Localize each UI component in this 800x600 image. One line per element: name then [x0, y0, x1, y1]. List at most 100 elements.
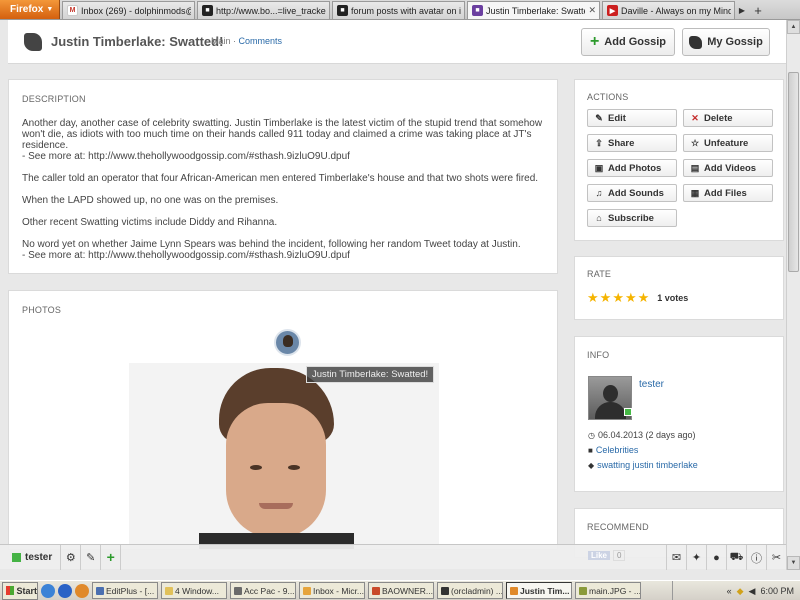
- description-text: Another day, another case of celebrity s…: [22, 118, 543, 151]
- star-icon[interactable]: ★: [600, 291, 612, 304]
- bottom-toolbar: tester ⚙ ✎ + Like 0 ✉ ✦ ● ⛟ ⓘ ✂: [0, 544, 786, 570]
- photo-tooltip: Justin Timberlake: Swatted!: [306, 366, 435, 383]
- like-count: 0: [613, 549, 626, 561]
- tray-chevron-icon[interactable]: «: [727, 586, 732, 596]
- taskbar-item[interactable]: BAOWNER...: [368, 582, 434, 599]
- photo-subject-face: [226, 403, 326, 538]
- scroll-up-icon[interactable]: ▲: [787, 20, 800, 34]
- photo-icon: ▣: [594, 162, 604, 173]
- tab-scroll-right-icon[interactable]: ▶: [735, 1, 749, 19]
- description-text: No word yet on whether Jaime Lynn Spears…: [22, 239, 521, 250]
- description-panel: DESCRIPTION Another day, another case of…: [8, 79, 558, 274]
- taskbar-item[interactable]: Acc Pac - 9....: [230, 582, 296, 599]
- rate-panel: RATE ★ ★ ★ ★ ★ 1 votes: [574, 256, 784, 320]
- gossip-icon: [689, 35, 703, 49]
- browser-tab-5[interactable]: ▶ Daville - Always on my Mind -...: [602, 1, 735, 19]
- my-gossip-button[interactable]: My Gossip: [682, 28, 770, 56]
- my-gossip-label: My Gossip: [707, 36, 763, 48]
- photo-subject-eye: [288, 465, 300, 470]
- chrome-quicklaunch-icon[interactable]: [41, 583, 55, 598]
- add-gossip-button[interactable]: + Add Gossip: [581, 28, 675, 56]
- close-tab-icon[interactable]: ✕: [588, 5, 596, 16]
- start-label: Start: [16, 585, 37, 596]
- browser-tab-active[interactable]: ■ Justin Timberlake: Swatted! ✕: [467, 1, 600, 19]
- author-link[interactable]: tester: [639, 379, 664, 390]
- site-logo-icon: [24, 33, 42, 51]
- delete-button[interactable]: ✕ Delete: [683, 109, 773, 127]
- description-paragraph: No word yet on whether Jaime Lynn Spears…: [22, 239, 544, 261]
- add-files-button[interactable]: ▦ Add Files: [683, 184, 773, 202]
- taskbar-item[interactable]: (orcladmin) ...: [437, 582, 503, 599]
- star-icon[interactable]: ★: [612, 291, 624, 304]
- rating-stars: ★ ★ ★ ★ ★ 1 votes: [587, 291, 771, 304]
- edit-icon[interactable]: ✎: [81, 544, 102, 570]
- mail-icon[interactable]: ✉: [666, 545, 686, 570]
- site-icon: ■: [337, 5, 348, 16]
- description-paragraph: Another day, another case of celebrity s…: [22, 118, 544, 162]
- browser-tab-1[interactable]: M Inbox (269) - dolphinmods@...: [62, 1, 195, 19]
- share-label: Share: [608, 137, 635, 149]
- browser-tab-2[interactable]: ■ http://www.bo...=live_tracker: [197, 1, 330, 19]
- photo-subject-mouth: [259, 503, 293, 509]
- wrench-icon[interactable]: ✂: [766, 545, 786, 570]
- facebook-like-button[interactable]: Like 0: [588, 548, 638, 562]
- file-icon: ▦: [690, 187, 700, 198]
- firefox-quicklaunch-icon[interactable]: [75, 583, 89, 598]
- taskbar-item[interactable]: Inbox - Micr...: [299, 582, 365, 599]
- star-icon[interactable]: ★: [625, 291, 637, 304]
- taskbar-item[interactable]: main.JPG - ...: [575, 582, 641, 599]
- start-button[interactable]: Start: [2, 581, 38, 600]
- music-icon: ♫: [595, 188, 603, 198]
- volume-icon[interactable]: ◀: [749, 586, 756, 597]
- ie-quicklaunch-icon[interactable]: [58, 583, 72, 598]
- new-tab-icon[interactable]: +: [749, 1, 767, 19]
- post-category: ■ Celebrities: [588, 445, 638, 455]
- add-photos-button[interactable]: ▣ Add Photos: [587, 159, 677, 177]
- add-videos-label: Add Videos: [704, 162, 757, 174]
- edit-button[interactable]: ✎ Edit: [587, 109, 677, 127]
- app-icon: [234, 586, 242, 595]
- subscribe-button[interactable]: ⌂ Subscribe: [587, 209, 677, 227]
- add-sounds-button[interactable]: ♫ Add Sounds: [587, 184, 677, 202]
- clock-icon: ◷: [588, 430, 595, 440]
- breadcrumb: Main · Comments: [211, 36, 282, 46]
- browser-tab-3[interactable]: ■ forum posts with avatar on in...: [332, 1, 465, 19]
- star-icon[interactable]: ★: [638, 291, 650, 304]
- page-title: Justin Timberlake: Swatted!: [51, 34, 224, 49]
- page-scrollbar[interactable]: ▲ ▼: [786, 20, 800, 570]
- site-icon: ■: [472, 5, 483, 16]
- outlook-icon: [303, 586, 311, 595]
- shield-icon[interactable]: ◆: [737, 586, 744, 597]
- description-paragraph: The caller told an operator that four Af…: [22, 173, 539, 184]
- toolbar-user[interactable]: tester: [0, 544, 62, 570]
- taskbar-item-active[interactable]: Justin Tim...: [506, 582, 572, 599]
- add-icon[interactable]: +: [101, 544, 122, 570]
- firefox-menu-button[interactable]: Firefox ▼: [0, 0, 60, 19]
- clock[interactable]: 6:00 PM: [760, 586, 794, 596]
- category-link[interactable]: Celebrities: [596, 445, 639, 455]
- taskbar-item[interactable]: EditPlus - [...: [92, 582, 158, 599]
- unfeature-button[interactable]: ☆ Unfeature: [683, 134, 773, 152]
- tag-icon: ◆: [588, 460, 595, 470]
- gear-icon[interactable]: ⚙: [61, 544, 82, 570]
- scroll-down-icon[interactable]: ▼: [787, 556, 800, 570]
- add-files-label: Add Files: [704, 187, 747, 199]
- info-icon[interactable]: ⓘ: [746, 545, 766, 570]
- online-status-badge: [624, 408, 632, 416]
- user-icon[interactable]: ●: [706, 545, 726, 570]
- add-videos-button[interactable]: ▤ Add Videos: [683, 159, 773, 177]
- taskbar-item[interactable]: 4 Window...: [161, 582, 227, 599]
- main-photo[interactable]: [129, 363, 439, 549]
- edit-icon: ✎: [595, 112, 603, 123]
- photo-thumbnail[interactable]: [274, 329, 301, 356]
- scrollbar-thumb[interactable]: [788, 72, 799, 272]
- twitter-icon[interactable]: ✦: [686, 545, 706, 570]
- cart-icon[interactable]: ⛟: [726, 545, 746, 570]
- star-icon[interactable]: ★: [587, 291, 599, 304]
- add-gossip-label: Add Gossip: [604, 36, 667, 48]
- taskbar-item-label: Justin Tim...: [520, 585, 570, 596]
- share-button[interactable]: ⇪ Share: [587, 134, 677, 152]
- tags-link[interactable]: swatting justin timberlake: [597, 460, 698, 470]
- actions-heading: ACTIONS: [587, 92, 629, 102]
- nav-comments-link[interactable]: Comments: [239, 36, 283, 46]
